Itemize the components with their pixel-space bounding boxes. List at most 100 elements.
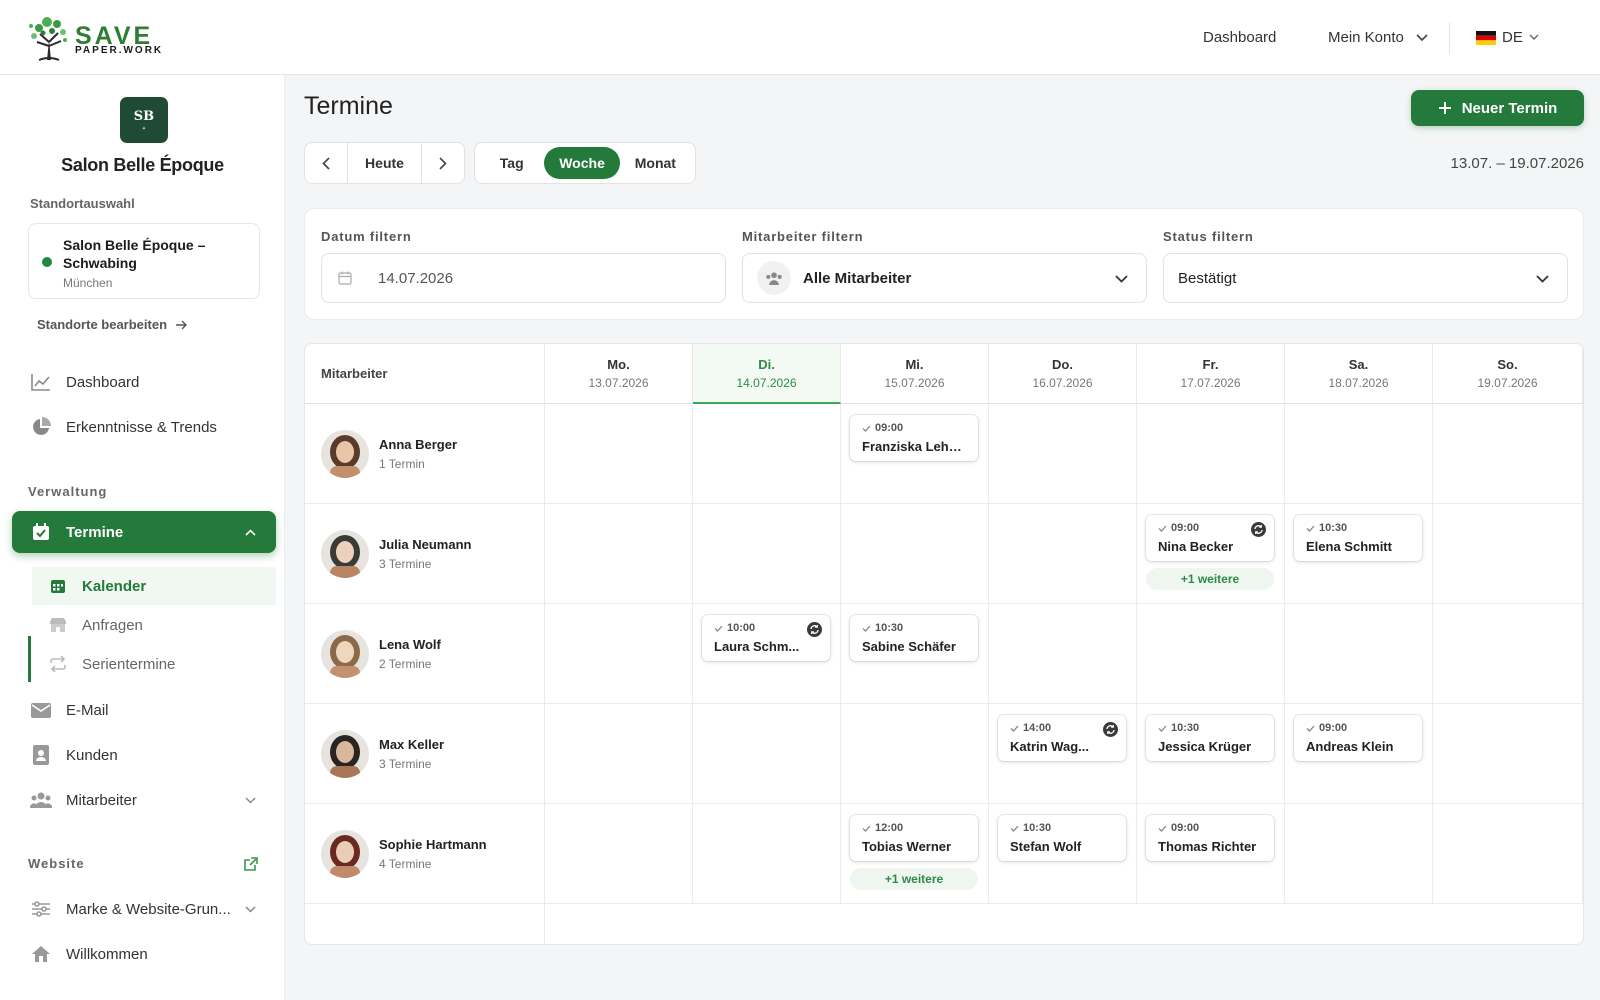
section-verwaltung: Verwaltung [28, 484, 108, 499]
sidebar-subitem-kalender[interactable]: Kalender [32, 567, 276, 605]
day-name: Sa. [1348, 357, 1369, 372]
day-name: Fr. [1202, 357, 1219, 372]
employee-row-header[interactable]: Anna Berger 1 Termin [305, 404, 545, 504]
employee-name: Julia Neumann [379, 536, 472, 552]
check-icon [1306, 525, 1315, 532]
view-tab-week[interactable]: Woche [544, 147, 620, 179]
appointment-client: Sabine Schäfer [862, 639, 956, 654]
appointment-card[interactable]: 09:00 Franziska Lehm... [850, 415, 978, 461]
day-header-2[interactable]: Mi. 15.07.2026 [841, 344, 989, 404]
day-date: 18.07.2026 [1328, 376, 1389, 390]
day-cell[interactable] [1433, 704, 1583, 804]
chevron-down-icon [1536, 275, 1549, 283]
appointment-card[interactable]: 09:00 Thomas Richter [1146, 815, 1274, 861]
day-cell[interactable] [1433, 504, 1583, 604]
appointment-card[interactable]: 09:00 Nina Becker [1146, 515, 1274, 561]
more-appointments-link[interactable]: +1 weitere [850, 868, 978, 890]
day-cell[interactable] [989, 404, 1137, 504]
appointment-card[interactable]: 10:00 Laura Schm... [702, 615, 830, 661]
appointment-card[interactable]: 10:30 Jessica Krüger [1146, 715, 1274, 761]
day-date: 16.07.2026 [1032, 376, 1093, 390]
day-cell[interactable] [1137, 404, 1285, 504]
external-link-icon[interactable] [243, 857, 258, 872]
sidebar-subitem-anfragen[interactable]: Anfragen [32, 606, 276, 644]
more-appointments-link[interactable]: +1 weitere [1146, 568, 1274, 590]
appointment-time: 14:00 [1023, 722, 1052, 734]
day-cell[interactable] [545, 804, 693, 904]
location-selector[interactable]: Salon Belle Époque – Schwabing München [28, 223, 260, 299]
appointment-card[interactable]: 12:00 Tobias Werner [850, 815, 978, 861]
day-header-1[interactable]: Di. 14.07.2026 [693, 344, 841, 404]
page-title: Termine [304, 92, 393, 120]
day-cell[interactable] [1285, 804, 1433, 904]
sidebar-item-email[interactable]: E-Mail [12, 689, 276, 731]
employee-row-header[interactable]: Julia Neumann 3 Termine [305, 504, 545, 604]
employee-filter-select[interactable]: Alle Mitarbeiter [742, 253, 1147, 303]
edit-locations-link[interactable]: Standorte bearbeiten [37, 317, 188, 332]
account-menu[interactable]: Mein Konto [1328, 0, 1428, 75]
appointment-time-row: 10:30 [1010, 822, 1051, 834]
day-header-3[interactable]: Do. 16.07.2026 [989, 344, 1137, 404]
status-filter-select[interactable]: Bestätigt [1163, 253, 1568, 303]
day-header-6[interactable]: So. 19.07.2026 [1433, 344, 1583, 404]
employee-row-header[interactable]: Max Keller 3 Termine [305, 704, 545, 804]
sidebar-item-dashboard[interactable]: Dashboard [12, 361, 276, 403]
day-cell[interactable] [545, 704, 693, 804]
sidebar-item-kunden[interactable]: Kunden [12, 734, 276, 776]
appointment-card[interactable]: 10:30 Stefan Wolf [998, 815, 1126, 861]
employee-row-header[interactable]: Lena Wolf 2 Termine [305, 604, 545, 704]
appointment-card[interactable]: 14:00 Katrin Wag... [998, 715, 1126, 761]
day-cell[interactable] [545, 404, 693, 504]
sidebar-item-label: Willkommen [66, 945, 148, 963]
today-button[interactable]: Heute [348, 143, 422, 183]
avatar [321, 429, 369, 478]
day-cell[interactable] [693, 404, 841, 504]
day-cell[interactable] [693, 804, 841, 904]
sidebar-item-insights[interactable]: Erkenntnisse & Trends [12, 406, 276, 448]
sidebar-item-termine[interactable]: Termine [12, 511, 276, 553]
day-cell[interactable] [989, 604, 1137, 704]
day-cell[interactable] [545, 604, 693, 704]
employee-row-header[interactable]: Sophie Hartmann 4 Termine [305, 804, 545, 904]
view-tab-day[interactable]: Tag [479, 147, 544, 179]
employee-appointment-count: 2 Termine [379, 656, 432, 671]
appointment-card[interactable]: 10:30 Elena Schmitt [1294, 515, 1422, 561]
day-cell[interactable] [1433, 404, 1583, 504]
day-cell[interactable] [545, 504, 693, 604]
date-filter-input[interactable]: 14.07.2026 [321, 253, 726, 303]
next-week-button[interactable] [422, 143, 464, 183]
day-cell[interactable] [841, 704, 989, 804]
day-cell[interactable] [1285, 404, 1433, 504]
topnav-divider [1449, 22, 1450, 54]
appointment-time-row: 10:30 [862, 622, 903, 634]
chevron-right-icon [439, 156, 447, 170]
day-cell[interactable] [1433, 804, 1583, 904]
topnav-dashboard-link[interactable]: Dashboard [1203, 0, 1276, 75]
day-cell[interactable] [1137, 604, 1285, 704]
brand-logo[interactable]: SAVE PAPER.WORK [25, 12, 165, 62]
sidebar-subitem-serientermine[interactable]: Serientermine [32, 645, 276, 683]
day-cell[interactable] [989, 504, 1137, 604]
day-cell[interactable] [841, 504, 989, 604]
day-cell[interactable] [693, 504, 841, 604]
day-cell[interactable] [693, 704, 841, 804]
day-header-5[interactable]: Sa. 18.07.2026 [1285, 344, 1433, 404]
day-cell[interactable] [1433, 604, 1583, 704]
new-appointment-button[interactable]: Neuer Termin [1411, 90, 1584, 126]
appointment-card[interactable]: 09:00 Andreas Klein [1294, 715, 1422, 761]
view-tab-month[interactable]: Monat [620, 147, 691, 179]
section-website: Website [28, 856, 85, 871]
prev-week-button[interactable] [305, 143, 348, 183]
sidebar-item-mitarbeiter[interactable]: Mitarbeiter [12, 779, 276, 821]
sidebar-item-willkommen[interactable]: Willkommen [12, 933, 276, 975]
sidebar: SB ✦ Salon Belle Époque Standortauswahl S… [0, 75, 285, 1000]
check-icon [1158, 825, 1167, 832]
check-icon [1306, 725, 1315, 732]
sidebar-item-brand-website[interactable]: Marke & Website-Grun... [12, 888, 276, 930]
day-header-0[interactable]: Mo. 13.07.2026 [545, 344, 693, 404]
appointment-card[interactable]: 10:30 Sabine Schäfer [850, 615, 978, 661]
day-header-4[interactable]: Fr. 17.07.2026 [1137, 344, 1285, 404]
check-icon [1158, 725, 1167, 732]
language-switch[interactable]: DE [1476, 0, 1539, 75]
day-cell[interactable] [1285, 604, 1433, 704]
